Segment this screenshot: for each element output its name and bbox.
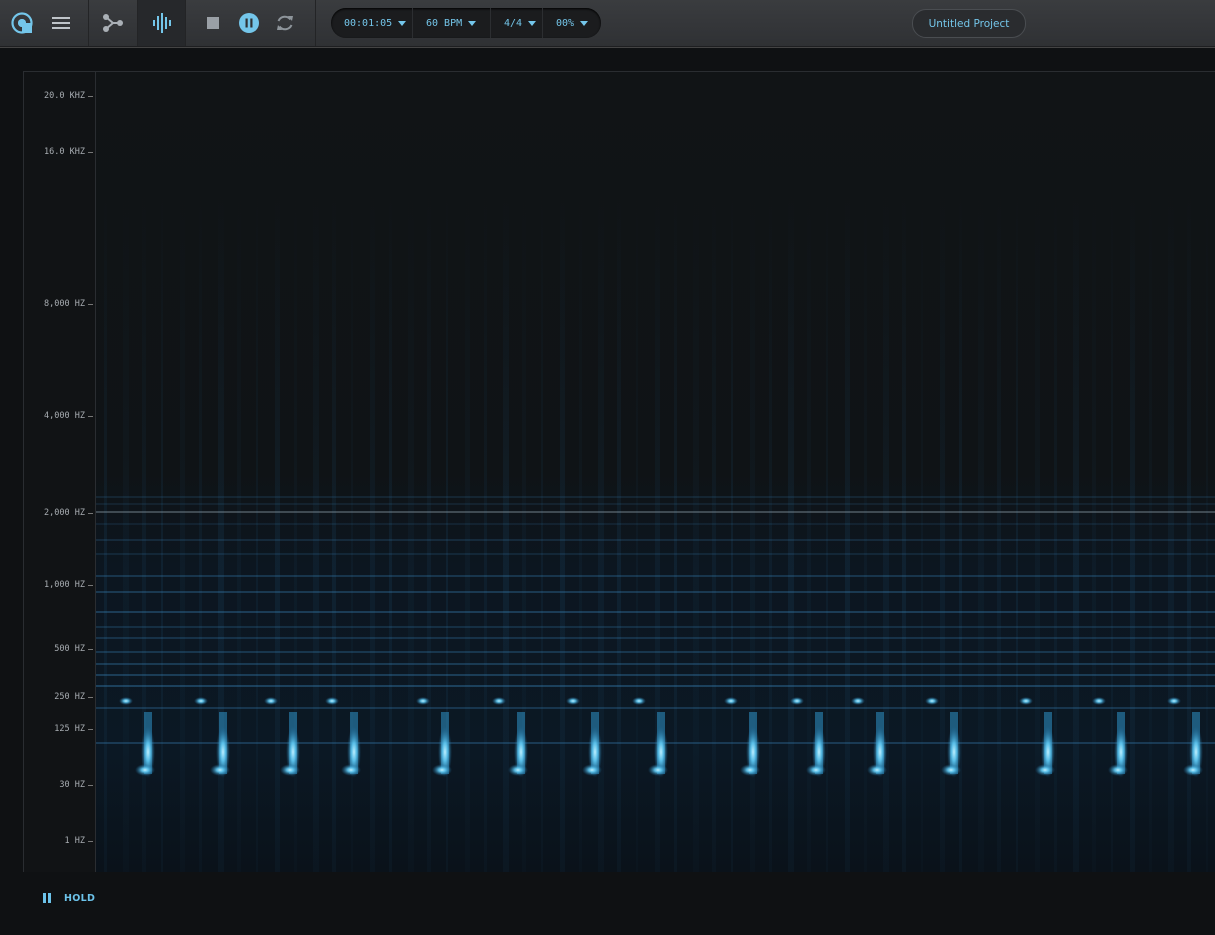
menu-icon	[52, 17, 70, 29]
freq-label: 8,000 HZ	[44, 299, 85, 309]
chevron-down-icon	[580, 20, 589, 26]
percent-value: 00%	[556, 17, 575, 29]
spectrum-tab[interactable]	[138, 0, 185, 46]
time-value: 00:01:05	[344, 17, 393, 29]
pause-button[interactable]	[235, 0, 263, 46]
toolbar: 00:01:05 60 BPM 4/4 00% Untitled Project	[0, 0, 1215, 47]
pause-icon	[43, 893, 51, 903]
chevron-down-icon	[468, 20, 477, 26]
pause-icon	[239, 13, 259, 33]
loop-icon	[277, 15, 293, 31]
routing-icon	[103, 14, 123, 32]
freq-label: 1,000 HZ	[44, 580, 85, 590]
menu-button[interactable]	[44, 0, 78, 46]
stop-button[interactable]	[200, 0, 226, 46]
transport-display: 00:01:05 60 BPM 4/4 00%	[331, 8, 601, 38]
chevron-down-icon	[398, 20, 407, 26]
time-selector[interactable]: 00:01:05	[331, 8, 413, 38]
freq-label: 20.0 KHZ	[44, 91, 85, 101]
spectrogram-panel: 20.0 KHZ 16.0 KHZ 8,000 HZ 4,000 HZ 2,00…	[23, 71, 1215, 872]
freq-label: 2,000 HZ	[44, 508, 85, 518]
logo-button[interactable]	[0, 0, 44, 46]
freq-label: 125 HZ	[54, 724, 85, 734]
hold-toggle[interactable]: HOLD	[42, 892, 95, 904]
freq-label: 250 HZ	[54, 692, 85, 702]
signature-value: 4/4	[504, 17, 523, 29]
tempo-value: 60 BPM	[426, 17, 463, 29]
chevron-down-icon	[528, 20, 537, 26]
logo-icon	[11, 12, 33, 34]
tempo-selector[interactable]: 60 BPM	[413, 8, 491, 38]
frequency-axis: 20.0 KHZ 16.0 KHZ 8,000 HZ 4,000 HZ 2,00…	[24, 72, 96, 872]
percent-selector[interactable]: 00%	[543, 8, 601, 38]
spectrum-icon	[152, 13, 171, 33]
spectrogram-view	[96, 72, 1215, 872]
freq-label: 4,000 HZ	[44, 411, 85, 421]
freq-label: 500 HZ	[54, 644, 85, 654]
freq-label: 1 HZ	[64, 836, 85, 846]
loop-button[interactable]	[272, 0, 298, 46]
hold-label: HOLD	[64, 892, 96, 904]
stop-icon	[207, 17, 219, 29]
freq-label: 30 HZ	[59, 780, 85, 790]
project-name-button[interactable]: Untitled Project	[912, 9, 1026, 38]
routing-tab[interactable]	[89, 0, 137, 46]
signature-selector[interactable]: 4/4	[491, 8, 543, 38]
freq-label: 16.0 KHZ	[44, 147, 85, 157]
